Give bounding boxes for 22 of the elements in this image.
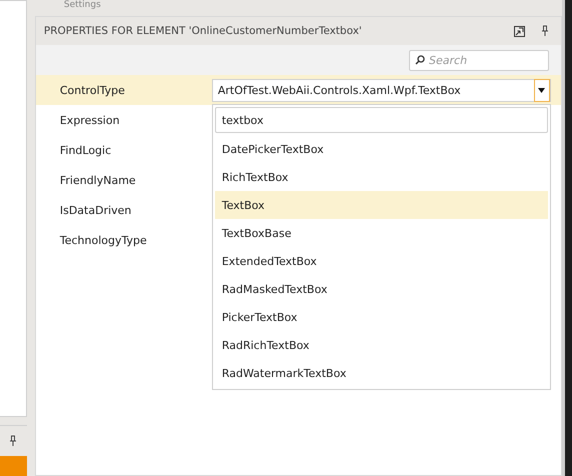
pin-icon[interactable] [9,435,18,447]
pin-icon[interactable] [541,25,550,37]
dropdown-item[interactable]: DatePickerTextBox [214,135,548,163]
maximize-icon[interactable] [514,26,526,36]
dropdown-item[interactable]: RichTextBox [214,163,548,191]
property-name: ControlType [60,84,126,96]
tool-panel-bar [0,456,27,476]
dropdown-button[interactable] [534,78,550,102]
control-type-combo[interactable]: ArtOfTest.WebAii.Controls.Xaml.Wpf.TextBox [212,78,551,102]
dropdown-item[interactable]: ExtendedTextBox [214,247,548,275]
dropdown-item[interactable]: TextBoxBase [214,219,548,247]
dropdown-item[interactable]: RadWatermarkTextBox [214,359,548,387]
filter-field[interactable]: textbox [214,107,548,133]
dropdown-item[interactable]: RadRichTextBox [214,331,548,359]
dropdown-item[interactable]: RadMaskedTextBox [214,275,548,303]
property-row[interactable]: ControlType ArtOfTest.WebAii.Controls.Xaml.Wpf.TextBox [36,75,562,105]
caret-icon [538,88,546,92]
dropdown-item[interactable]: PickerTextBox [214,303,548,331]
dropdown-item[interactable]: TextBox [214,191,548,219]
search-icon [415,54,426,64]
panel-title: PROPERTIES FOR ELEMENT 'OnlineCustomerNumberTextbox' [44,25,363,37]
search-field[interactable]: Search [409,50,550,70]
